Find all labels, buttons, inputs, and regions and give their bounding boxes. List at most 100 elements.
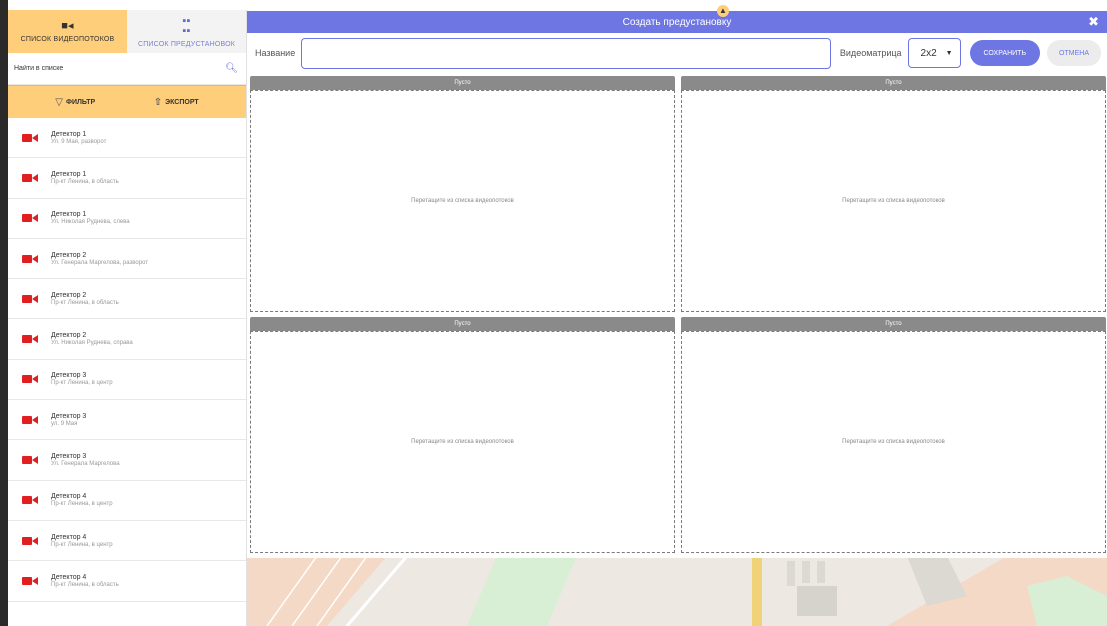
drop-zone[interactable]: Перетащите из списка видеопотоков [681,90,1106,312]
stream-list-item[interactable]: Детектор 1 Пр-кт Ленина, в область [8,158,246,199]
preset-form-row: Название Видеоматрица 2x2 ▼ сохранить от… [247,33,1107,73]
video-camera-icon [22,335,39,344]
create-preset-modal: ▲ Создать предустановку ✖ Название Видео… [247,5,1107,558]
chevron-up-icon[interactable]: ▲ [717,5,729,17]
save-button[interactable]: сохранить [969,40,1041,66]
export-button[interactable]: ⇧ экспорт [154,97,199,108]
stream-list-item[interactable]: Детектор 1 Ул. Николая Руднева, слева [8,199,246,239]
cell-header: Пусто [250,76,675,90]
stream-location: Пр-кт Ленина, в центр [51,380,113,387]
stream-list-item[interactable]: Детектор 3 ул. 9 Мая [8,400,246,441]
search-icon[interactable]: 🔍︎ [225,63,238,74]
filter-label: фильтр [65,98,96,106]
drop-hint: Перетащите из списка видеопотоков [411,198,514,204]
matrix-grid: Пусто Перетащите из списка видеопотоков … [250,76,1106,553]
stream-location: Пр-кт Ленина, в центр [51,501,113,508]
filter-icon: ▽ [55,96,63,108]
stream-list-item[interactable]: Детектор 3 Пр-кт Ленина, в центр [8,360,246,401]
matrix-cell[interactable]: Пусто Перетащите из списка видеопотоков [250,76,675,312]
export-label: экспорт [165,98,199,106]
matrix-label: Видеоматрица [839,48,902,58]
video-camera-icon [22,536,39,545]
chevron-down-icon: ▼ [945,49,953,57]
map-building [797,586,837,616]
video-camera-icon [22,133,39,142]
top-strip [247,0,1107,10]
sidebar-tabs: ■◂ список видеопотоков ▪▪ ▪▪ список преду… [8,10,246,53]
modal-title: Создать предустановку [622,16,732,28]
stream-location: Ул. Николая Руднева, справа [51,340,133,347]
video-camera-icon [22,173,39,182]
stream-location: Пр-кт Ленина, в область [51,299,119,306]
cell-header: Пусто [250,317,675,331]
stream-list-item[interactable]: Детектор 2 Ул. Генерала Маргелова, развор… [8,239,246,280]
stream-list-item[interactable]: Детектор 4 Пр-кт Ленина, в область [8,561,246,602]
stream-list-item[interactable]: Детектор 4 Пр-кт Ленина, в центр [8,481,246,521]
stream-title: Детектор 1 [51,130,87,138]
map-canvas [247,556,1107,626]
stream-location: Пр-кт Ленина, в область [51,178,119,185]
tab-label: список видеопотоков [20,35,115,43]
stream-title: Детектор 3 [51,372,87,380]
search-input[interactable] [14,65,226,72]
video-camera-icon [22,254,39,263]
map-background[interactable] [247,556,1107,626]
map-road [752,556,762,626]
stream-list-item[interactable]: Детектор 2 Пр-кт Ленина, в область [8,279,246,320]
stream-list-item[interactable]: Детектор 1 Ул. 9 Мая, разворот [8,118,246,159]
stream-title: Детектор 1 [51,211,87,219]
name-label: Название [255,48,296,58]
matrix-select-value: 2x2 [920,47,937,59]
tab-presets[interactable]: ▪▪ ▪▪ список предустановок [127,10,246,53]
stream-title: Детектор 3 [51,412,87,420]
stream-title: Детектор 2 [51,291,87,299]
app-root: ■◂ список видеопотоков ▪▪ ▪▪ список преду… [0,0,1107,626]
cell-header: Пусто [681,76,1106,90]
stream-list-item[interactable]: Детектор 3 Ул. Генерала Маргелова [8,440,246,481]
stream-location: Пр-кт Ленина, в центр [51,541,113,548]
cancel-button[interactable]: отмена [1047,40,1101,66]
left-edge-strip [0,0,8,626]
stream-list-item[interactable]: Детектор 2 Ул. Николая Руднева, справа [8,319,246,360]
stream-location: Ул. Николая Руднева, слева [51,219,130,226]
preset-name-input[interactable] [301,37,832,69]
modal-header: ▲ Создать предустановку ✖ [247,5,1107,33]
drop-zone[interactable]: Перетащите из списка видеопотоков [681,331,1106,553]
sidebar: ■◂ список видеопотоков ▪▪ ▪▪ список преду… [8,10,247,626]
video-camera-icon [22,576,39,585]
drop-zone[interactable]: Перетащите из списка видеопотоков [250,331,675,553]
cell-header: Пусто [681,317,1106,331]
stream-location: ул. 9 Мая [51,420,78,427]
matrix-cell[interactable]: Пусто Перетащите из списка видеопотоков [250,317,675,553]
video-camera-icon [22,415,39,424]
tools-row: ▽ фильтр ⇧ экспорт [8,85,246,118]
stream-title: Детектор 1 [51,170,87,178]
stream-location: Ул. Генерала Маргелова, разворот [51,259,148,266]
stream-list-item[interactable]: Детектор 4 Пр-кт Ленина, в центр [8,521,246,562]
stream-title: Детектор 4 [51,493,87,501]
video-camera-icon: ■◂ [61,19,74,32]
stream-title: Детектор 4 [51,533,87,541]
matrix-cell[interactable]: Пусто Перетащите из списка видеопотоков [681,317,1106,553]
drop-hint: Перетащите из списка видеопотоков [411,439,514,445]
close-icon[interactable]: ✖ [1088,14,1099,30]
matrix-select[interactable]: 2x2 ▼ [907,38,961,68]
video-camera-icon [22,456,39,465]
tab-video-streams[interactable]: ■◂ список видеопотоков [8,10,127,53]
video-camera-icon [22,496,39,505]
stream-title: Детектор 2 [51,251,87,259]
stream-title: Детектор 4 [51,573,87,581]
video-camera-icon [22,214,39,223]
video-camera-icon [22,294,39,303]
stream-location: Ул. 9 Мая, разворот [51,138,107,145]
drop-hint: Перетащите из списка видеопотоков [842,198,945,204]
export-icon: ⇧ [153,96,163,108]
filter-button[interactable]: ▽ фильтр [55,97,95,108]
grid-icon: ▪▪ ▪▪ [182,14,191,37]
stream-location: Пр-кт Ленина, в область [51,581,119,588]
drop-hint: Перетащите из списка видеопотоков [842,439,945,445]
stream-title: Детектор 3 [51,453,87,461]
drop-zone[interactable]: Перетащите из списка видеопотоков [250,90,675,312]
matrix-cell[interactable]: Пусто Перетащите из списка видеопотоков [681,76,1106,312]
search-row: 🔍︎ [8,53,246,85]
